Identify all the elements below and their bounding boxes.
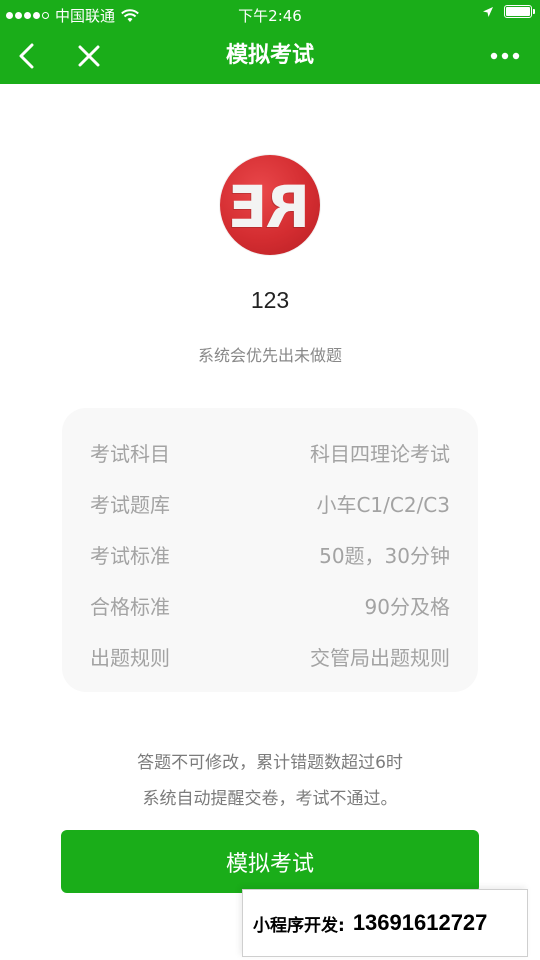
info-value: 科目四理论考试 xyxy=(310,442,450,466)
back-button[interactable] xyxy=(2,28,52,84)
more-icon xyxy=(490,52,520,60)
info-row-question-bank: 考试题库 小车C1/C2/C3 xyxy=(62,477,478,528)
exam-notice: 答题不可修改，累计错题数超过6时 系统自动提醒交卷，考试不通过。 xyxy=(0,745,540,817)
status-right xyxy=(482,5,535,18)
exam-info-card: 考试科目 科目四理论考试 考试题库 小车C1/C2/C3 考试标准 50题，30… xyxy=(62,408,478,692)
start-exam-button[interactable]: 模拟考试 xyxy=(61,830,479,893)
info-value: 50题，30分钟 xyxy=(319,544,450,568)
user-name: 123 xyxy=(250,287,290,313)
info-row-standard: 考试标准 50题，30分钟 xyxy=(62,528,478,579)
info-value: 小车C1/C2/C3 xyxy=(316,493,450,517)
info-label: 考试题库 xyxy=(90,493,170,517)
screen: 中国联通 下午2:46 模拟考试 RE 123 系统会优先出未做题 考试科目 科… xyxy=(0,0,540,960)
battery-icon xyxy=(504,5,535,18)
close-icon xyxy=(78,45,100,67)
info-label: 合格标准 xyxy=(90,595,170,619)
developer-watermark: 小程序开发: 13691612727 xyxy=(242,889,528,957)
info-value: 90分及格 xyxy=(364,595,450,619)
location-icon xyxy=(483,6,493,17)
status-time: 下午2:46 xyxy=(238,7,302,25)
info-row-subject: 考试科目 科目四理论考试 xyxy=(62,426,478,477)
info-value: 交管局出题规则 xyxy=(310,646,450,670)
notice-line-2: 系统自动提醒交卷，考试不通过。 xyxy=(142,789,398,809)
avatar-text: RE xyxy=(229,173,311,241)
more-button[interactable] xyxy=(480,28,530,84)
info-row-pass-standard: 合格标准 90分及格 xyxy=(62,579,478,630)
nav-bar: 模拟考试 xyxy=(0,28,540,84)
chevron-left-icon xyxy=(19,43,34,69)
avatar: RE xyxy=(220,155,320,255)
info-label: 出题规则 xyxy=(90,646,170,670)
info-label: 考试标准 xyxy=(90,544,170,568)
info-row-rules: 出题规则 交管局出题规则 xyxy=(62,630,478,681)
info-label: 考试科目 xyxy=(90,442,170,466)
watermark-label: 小程序开发: xyxy=(253,915,345,936)
subtitle: 系统会优先出未做题 xyxy=(197,346,342,365)
status-bar: 中国联通 下午2:46 xyxy=(0,0,540,28)
watermark-phone: 13691612727 xyxy=(352,910,488,935)
notice-line-1: 答题不可修改，累计错题数超过6时 xyxy=(137,753,403,773)
close-button[interactable] xyxy=(64,28,114,84)
